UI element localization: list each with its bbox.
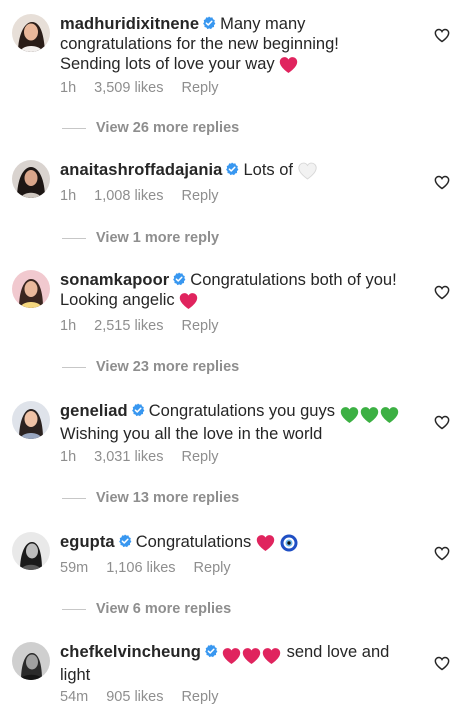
replies-divider (62, 366, 86, 368)
comment-text: sonamkapoor Congratulations both of you! … (60, 270, 412, 310)
reply-button[interactable]: Reply (181, 188, 218, 204)
reply-button[interactable]: Reply (194, 560, 231, 576)
avatar[interactable] (12, 270, 50, 308)
comment-time: 54m (60, 689, 89, 705)
comment-meta: 1h 1,008 likes Reply (60, 188, 237, 204)
replies-divider (62, 608, 86, 610)
avatar[interactable] (12, 160, 50, 198)
comment-line: Lots of (243, 161, 294, 179)
red-heart-emoji (242, 647, 261, 665)
comment-meta: 1h 2,515 likes Reply (60, 318, 237, 334)
view-replies-label: View 13 more replies (96, 490, 240, 506)
comment-time: 1h (60, 318, 77, 334)
verified-badge-icon (131, 403, 145, 417)
view-replies-button[interactable]: View 1 more reply (62, 230, 219, 246)
comment-line: Congratulations both of you! (190, 271, 397, 289)
avatar[interactable] (12, 401, 50, 439)
username[interactable]: anaitashroffadajania (60, 161, 222, 179)
replies-divider (62, 237, 86, 239)
verified-badge-icon (202, 16, 216, 30)
username[interactable]: geneliad (60, 402, 128, 420)
comment-line: Congratulations (135, 533, 252, 551)
view-replies-label: View 23 more replies (96, 359, 240, 375)
view-replies-label: View 26 more replies (96, 120, 240, 136)
username[interactable]: madhuridixitnene (60, 15, 199, 33)
comment-time: 1h (60, 80, 77, 96)
comment-line: send love and (286, 643, 390, 661)
comment-line: Many many (220, 15, 306, 33)
red-heart-emoji (262, 647, 281, 665)
comment-line: light (60, 666, 91, 684)
username[interactable]: chefkelvincheung (60, 643, 201, 661)
comment-line: Congratulations you guys (148, 402, 335, 420)
like-count[interactable]: 2,515 likes (94, 318, 163, 334)
reply-button[interactable]: Reply (181, 449, 218, 465)
username[interactable]: sonamkapoor (60, 271, 169, 289)
comment-meta: 1h 3,509 likes Reply (60, 80, 237, 96)
heart-outline-icon[interactable] (434, 28, 450, 43)
like-count[interactable]: 905 likes (106, 689, 163, 705)
avatar[interactable] (12, 642, 50, 680)
reply-button[interactable]: Reply (181, 318, 218, 334)
view-replies-button[interactable]: View 6 more replies (62, 601, 231, 617)
comment-line: Sending lots of love your way (60, 55, 275, 73)
replies-divider (62, 127, 86, 129)
comment-time: 1h (60, 188, 77, 204)
heart-outline-icon[interactable] (434, 285, 450, 300)
comment-meta: 59m 1,106 likes Reply (60, 560, 249, 576)
comment-text: madhuridixitnene Many many congratulation… (60, 14, 412, 74)
comment-text: anaitashroffadajania Lots of (60, 160, 412, 180)
view-replies-button[interactable]: View 13 more replies (62, 490, 239, 506)
verified-badge-icon (204, 644, 218, 658)
comment-meta: 1h 3,031 likes Reply (60, 449, 237, 465)
comment-time: 1h (60, 449, 77, 465)
replies-divider (62, 497, 86, 499)
avatar[interactable] (12, 532, 50, 570)
view-replies-label: View 1 more reply (96, 230, 220, 246)
reply-button[interactable]: Reply (181, 80, 218, 96)
heart-outline-icon[interactable] (434, 546, 450, 561)
comment-meta: 54m 905 likes Reply (60, 689, 237, 705)
nazar-amulet-emoji (280, 534, 298, 552)
like-count[interactable]: 1,106 likes (106, 560, 175, 576)
verified-badge-icon (225, 162, 239, 176)
white-heart-emoji (298, 162, 317, 180)
heart-outline-icon[interactable] (434, 415, 450, 430)
red-heart-emoji (256, 534, 275, 552)
verified-badge-icon (172, 272, 186, 286)
comment-text: egupta Congratulations (60, 532, 412, 552)
username[interactable]: egupta (60, 533, 115, 551)
green-heart-emoji (340, 406, 359, 424)
red-heart-emoji (222, 647, 241, 665)
avatar[interactable] (12, 14, 50, 52)
like-count[interactable]: 1,008 likes (94, 188, 163, 204)
like-count[interactable]: 3,509 likes (94, 80, 163, 96)
comment-time: 59m (60, 560, 89, 576)
view-replies-button[interactable]: View 23 more replies (62, 359, 239, 375)
red-heart-emoji (179, 292, 198, 310)
comment-line: congratulations for the new beginning! (60, 35, 339, 53)
comment-text: geneliad Congratulations you guys Wishing… (60, 401, 412, 444)
view-replies-button[interactable]: View 26 more replies (62, 120, 239, 136)
heart-outline-icon[interactable] (434, 175, 450, 190)
red-heart-emoji (279, 56, 298, 74)
reply-button[interactable]: Reply (181, 689, 218, 705)
heart-outline-icon[interactable] (434, 656, 450, 671)
view-replies-label: View 6 more replies (96, 601, 232, 617)
green-heart-emoji (380, 406, 399, 424)
green-heart-emoji (360, 406, 379, 424)
verified-badge-icon (118, 534, 132, 548)
like-count[interactable]: 3,031 likes (94, 449, 163, 465)
comment-line: Looking angelic (60, 291, 175, 309)
comment-line: Wishing you all the love in the world (60, 425, 323, 443)
comment-text: chefkelvincheung send love and light (60, 642, 412, 685)
